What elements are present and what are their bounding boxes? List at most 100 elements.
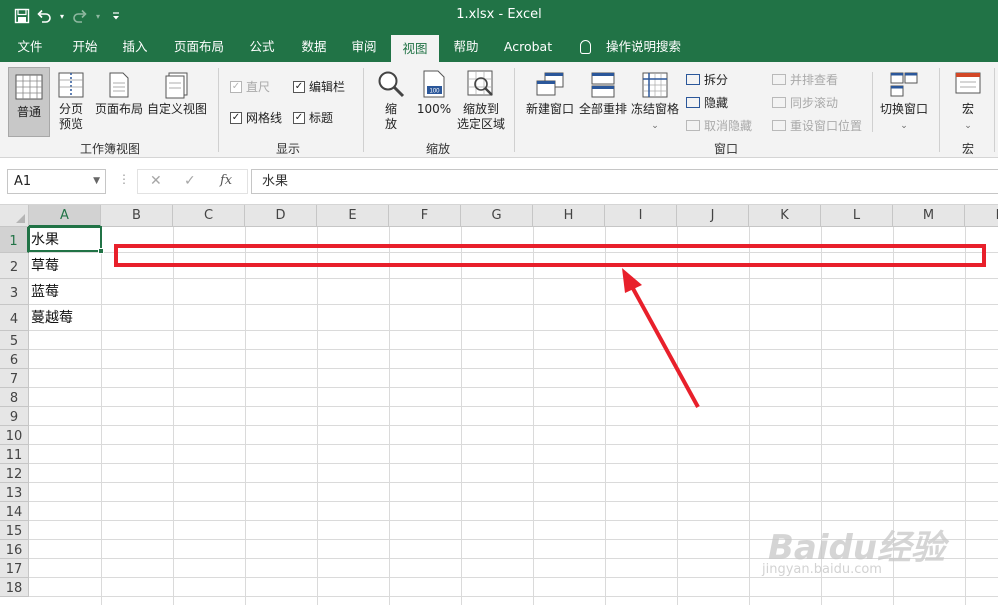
page-break-preview-label-2: 预览: [58, 117, 83, 131]
tab-data[interactable]: 数据: [292, 32, 336, 62]
custom-views-button[interactable]: 自定义视图: [146, 71, 208, 117]
page-layout-view-icon: [109, 72, 129, 98]
row-header-8[interactable]: 8: [0, 388, 29, 407]
page-break-preview-button[interactable]: 分页 预览: [53, 71, 89, 132]
column-header-d[interactable]: D: [245, 205, 317, 227]
column-header-g[interactable]: G: [461, 205, 533, 227]
normal-view-button[interactable]: 普通: [8, 67, 50, 137]
reset-window-position-button[interactable]: 重设窗口位置: [772, 117, 862, 134]
ribbon-tabs: 文件 开始 插入 页面布局 公式 数据 审阅 视图 帮助 Acrobat 操作说…: [0, 32, 998, 62]
row-header-4[interactable]: 4: [0, 305, 29, 331]
unhide-button[interactable]: 取消隐藏: [686, 117, 752, 134]
row-header-12[interactable]: 12: [0, 464, 29, 483]
zoom-to-selection-button[interactable]: 缩放到 选定区域: [455, 69, 507, 132]
macros-button[interactable]: 宏 ⌄: [948, 71, 988, 134]
gridlines-label: 网格线: [246, 111, 283, 125]
ruler-checkbox[interactable]: ✓ 直尺: [230, 78, 270, 95]
column-header-k[interactable]: K: [749, 205, 821, 227]
sync-scroll-label: 同步滚动: [790, 96, 839, 110]
column-header-e[interactable]: E: [317, 205, 389, 227]
name-box[interactable]: A1 ▼: [7, 169, 106, 194]
group-separator: [872, 72, 873, 132]
macros-label: 宏: [961, 102, 974, 116]
checkmark-icon: ✓: [293, 80, 305, 93]
cell-a3[interactable]: 蓝莓: [31, 281, 59, 301]
row-gridline: [29, 349, 998, 350]
tab-file[interactable]: 文件: [8, 32, 52, 62]
zoom-100-icon: 100: [423, 70, 445, 98]
row-header-9[interactable]: 9: [0, 407, 29, 426]
row-gridline: [29, 368, 998, 369]
synchronous-scrolling-button[interactable]: 同步滚动: [772, 94, 838, 111]
cancel-icon[interactable]: ✕: [150, 173, 162, 189]
split-button[interactable]: 拆分: [686, 71, 728, 88]
zoom-100-button[interactable]: 100 100%: [412, 69, 456, 117]
row-header-18[interactable]: 18: [0, 578, 29, 597]
row-gridline: [29, 596, 998, 597]
freeze-panes-button[interactable]: 冻结窗格 ⌄: [628, 71, 682, 134]
view-side-by-side-button[interactable]: 并排查看: [772, 71, 838, 88]
insert-function-icon[interactable]: fx: [220, 173, 232, 188]
column-header-l[interactable]: L: [821, 205, 893, 227]
side-by-side-label: 并排查看: [790, 73, 839, 87]
fill-handle[interactable]: [98, 248, 104, 254]
row-header-5[interactable]: 5: [0, 331, 29, 350]
column-header-a[interactable]: A: [29, 205, 101, 227]
watermark-url: jingyan.baidu.com: [762, 562, 882, 577]
chevron-down-icon[interactable]: ▼: [93, 170, 100, 193]
tab-formulas[interactable]: 公式: [240, 32, 284, 62]
column-header-c[interactable]: C: [173, 205, 245, 227]
column-header-b[interactable]: B: [101, 205, 173, 227]
tab-insert[interactable]: 插入: [112, 32, 158, 62]
row-header-16[interactable]: 16: [0, 540, 29, 559]
column-header-f[interactable]: F: [389, 205, 461, 227]
formula-bar-resize-handle[interactable]: ⋮: [118, 172, 130, 186]
column-header-n[interactable]: N: [965, 205, 998, 227]
macros-icon: [955, 72, 981, 94]
tab-home[interactable]: 开始: [60, 32, 110, 62]
row-header-11[interactable]: 11: [0, 445, 29, 464]
tab-page-layout[interactable]: 页面布局: [166, 32, 232, 62]
magnifier-icon: [378, 71, 405, 98]
tab-view[interactable]: 视图: [391, 35, 439, 62]
zoom-button[interactable]: 缩 放: [372, 69, 410, 132]
row-header-6[interactable]: 6: [0, 350, 29, 369]
tab-review[interactable]: 审阅: [342, 32, 386, 62]
zoom-selection-label-2: 选定区域: [456, 117, 505, 131]
row-header-17[interactable]: 17: [0, 559, 29, 578]
formula-input[interactable]: 水果: [251, 169, 998, 194]
active-cell-border: [28, 226, 104, 254]
column-header-m[interactable]: M: [893, 205, 965, 227]
hide-button[interactable]: 隐藏: [686, 94, 728, 111]
row-header-3[interactable]: 3: [0, 279, 29, 305]
formula-bar-checkbox[interactable]: ✓ 编辑栏: [293, 78, 345, 95]
tab-help[interactable]: 帮助: [444, 32, 488, 62]
tell-me-search[interactable]: 操作说明搜索: [606, 32, 681, 62]
row-header-1[interactable]: 1: [0, 227, 29, 253]
row-header-7[interactable]: 7: [0, 369, 29, 388]
headings-checkbox[interactable]: ✓ 标题: [293, 109, 333, 126]
arrange-all-button[interactable]: 全部重排: [576, 71, 630, 117]
group-label-window: 窗口: [713, 142, 738, 156]
column-header-h[interactable]: H: [533, 205, 605, 227]
row-header-14[interactable]: 14: [0, 502, 29, 521]
arrange-all-label: 全部重排: [578, 102, 627, 116]
column-header-i[interactable]: I: [605, 205, 677, 227]
gridlines-checkbox[interactable]: ✓ 网格线: [230, 109, 282, 126]
row-header-10[interactable]: 10: [0, 426, 29, 445]
name-box-value: A1: [14, 174, 32, 189]
cell-a4[interactable]: 蔓越莓: [31, 307, 73, 327]
switch-windows-button[interactable]: 切换窗口 ⌄: [877, 71, 931, 134]
column-header-j[interactable]: J: [677, 205, 749, 227]
checkmark-icon: ✓: [230, 111, 242, 124]
tab-acrobat[interactable]: Acrobat: [496, 32, 560, 62]
enter-checkmark-icon[interactable]: ✓: [184, 173, 196, 189]
page-layout-view-button[interactable]: 页面布局: [92, 71, 146, 117]
row-header-2[interactable]: 2: [0, 253, 29, 279]
select-all-button[interactable]: [0, 205, 29, 227]
side-by-side-icon: [772, 74, 786, 85]
row-header-15[interactable]: 15: [0, 521, 29, 540]
new-window-button[interactable]: 新建窗口: [522, 71, 578, 117]
cell-a2[interactable]: 草莓: [31, 255, 59, 275]
row-header-13[interactable]: 13: [0, 483, 29, 502]
